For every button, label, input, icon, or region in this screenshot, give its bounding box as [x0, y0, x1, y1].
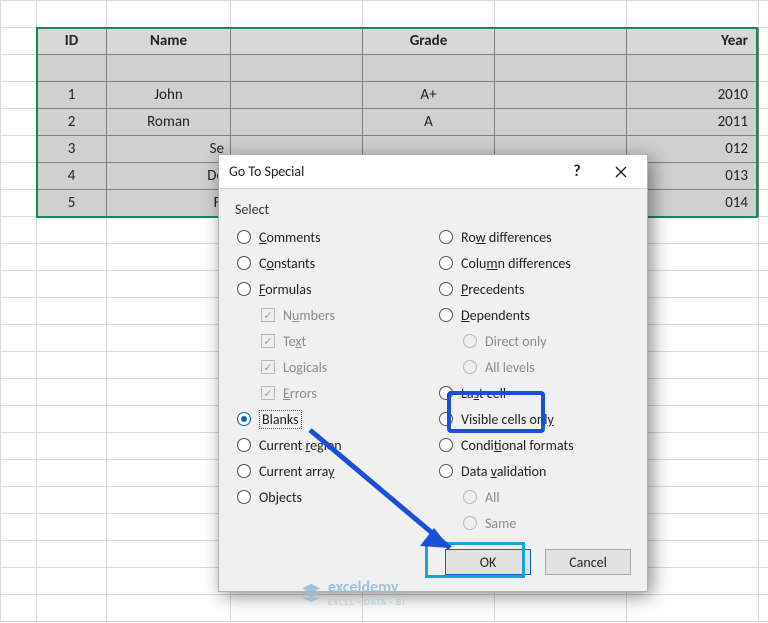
option-numbers: ✓ Numbers: [233, 302, 431, 328]
table-cell-name[interactable]: John: [107, 82, 231, 109]
option-current-region[interactable]: Current region: [233, 432, 431, 458]
watermark: exceldemy EXCEL · DATA · BI: [300, 578, 405, 608]
table-cell-year[interactable]: 2010: [627, 82, 759, 109]
help-icon[interactable]: ?: [555, 157, 599, 187]
option-blanks[interactable]: Blanks: [233, 406, 431, 432]
col-header-year[interactable]: Year: [627, 28, 759, 55]
option-errors: ✓ Errors: [233, 380, 431, 406]
option-all-levels: All levels: [435, 354, 633, 380]
dialog-titlebar[interactable]: Go To Special ?: [219, 155, 647, 189]
option-objects[interactable]: Objects: [233, 484, 431, 510]
option-column-differences[interactable]: Column differences: [435, 250, 633, 276]
option-all: All: [435, 484, 633, 510]
option-conditional-formats[interactable]: Conditional formats: [435, 432, 633, 458]
ok-button[interactable]: OK: [445, 549, 531, 575]
go-to-special-dialog: Go To Special ? Select Comments Constant…: [218, 154, 648, 592]
option-data-validation[interactable]: Data validation: [435, 458, 633, 484]
table-cell-id[interactable]: 1: [37, 82, 107, 109]
option-row-differences[interactable]: Row differences: [435, 224, 633, 250]
option-comments[interactable]: Comments: [233, 224, 431, 250]
option-formulas[interactable]: Formulas: [233, 276, 431, 302]
close-icon[interactable]: [599, 157, 643, 187]
option-constants[interactable]: Constants: [233, 250, 431, 276]
option-precedents[interactable]: Precedents: [435, 276, 633, 302]
option-direct-only: Direct only: [435, 328, 633, 354]
table-cell-grade[interactable]: A+: [363, 82, 495, 109]
col-header-blank1[interactable]: [231, 28, 363, 55]
option-logicals: ✓ Logicals: [233, 354, 431, 380]
col-header-grade[interactable]: Grade: [363, 28, 495, 55]
option-text: ✓ Text: [233, 328, 431, 354]
option-current-array[interactable]: Current array: [233, 458, 431, 484]
dialog-title: Go To Special: [229, 163, 555, 180]
cancel-button[interactable]: Cancel: [545, 549, 631, 575]
option-visible-cells[interactable]: Visible cells only: [435, 406, 633, 432]
option-dependents[interactable]: Dependents: [435, 302, 633, 328]
table-cell[interactable]: [37, 55, 107, 82]
col-header-id[interactable]: ID: [37, 28, 107, 55]
option-same: Same: [435, 510, 633, 536]
section-label: Select: [235, 201, 633, 218]
option-last-cell[interactable]: Last cell: [435, 380, 633, 406]
col-header-name[interactable]: Name: [107, 28, 231, 55]
watermark-tagline: EXCEL · DATA · BI: [328, 597, 405, 608]
col-header-blank2[interactable]: [495, 28, 627, 55]
watermark-brand: exceldemy: [328, 578, 405, 597]
